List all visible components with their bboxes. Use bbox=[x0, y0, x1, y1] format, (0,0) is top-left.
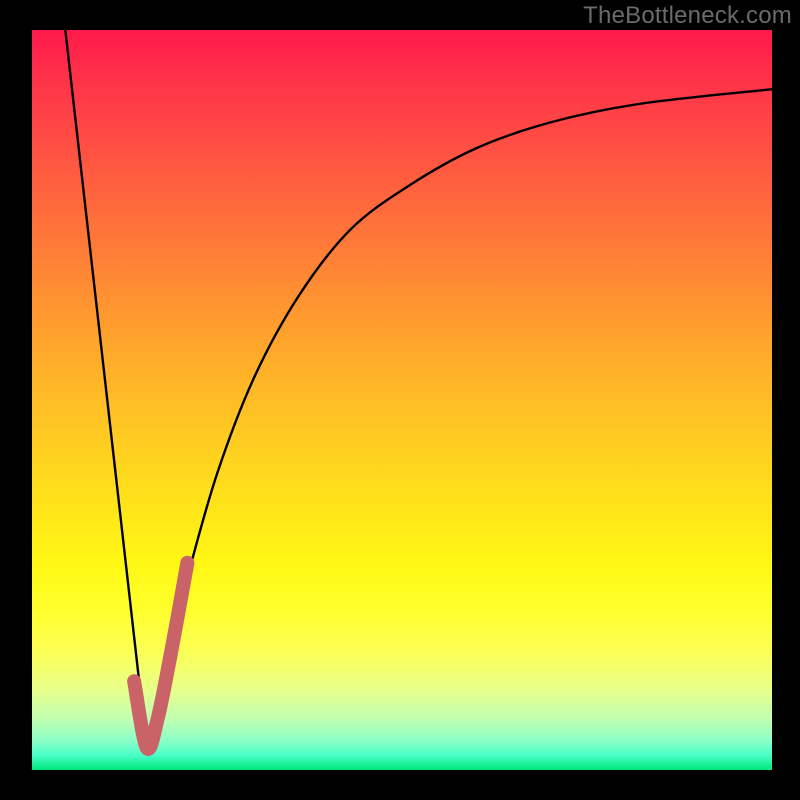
chart-frame: TheBottleneck.com bbox=[0, 0, 800, 800]
highlight-hook bbox=[134, 563, 187, 749]
left-slope-curve bbox=[65, 30, 146, 748]
right-log-curve bbox=[147, 89, 772, 748]
curve-layer bbox=[0, 0, 800, 800]
watermark-text: TheBottleneck.com bbox=[583, 2, 792, 30]
